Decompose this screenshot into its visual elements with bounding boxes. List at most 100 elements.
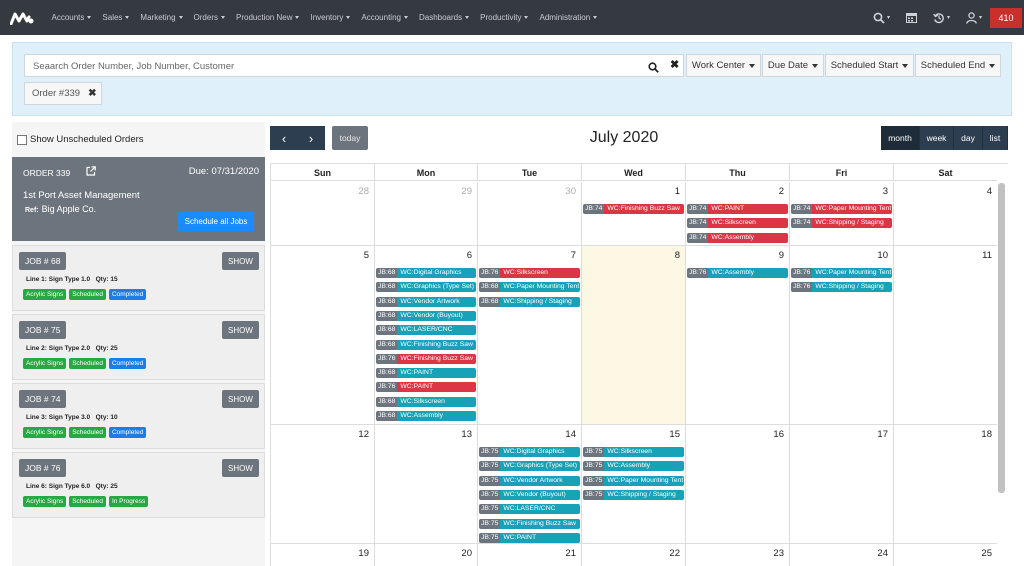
calendar-event[interactable]: JB:68 WC:Finishing Buzz Saw — [376, 339, 476, 350]
day-cell[interactable]: 13 — [374, 425, 477, 543]
menu-marketing[interactable]: Marketing — [140, 13, 182, 22]
day-number[interactable]: 16 — [773, 429, 784, 440]
day-number[interactable]: 1 — [675, 186, 680, 197]
day-number[interactable]: 19 — [358, 548, 369, 559]
show-unscheduled-checkbox[interactable] — [17, 134, 27, 145]
calendar-event[interactable]: JB:68 WC:Silkscreen — [376, 396, 476, 407]
calendar-event[interactable]: JB:76 WC:Shipping / Staging — [791, 282, 892, 293]
show-job-button[interactable]: SHOW — [222, 390, 259, 408]
menu-dashboards[interactable]: Dashboards — [419, 13, 469, 22]
due-date-dropdown[interactable]: Due Date — [762, 54, 824, 77]
view-day-button[interactable]: day — [954, 126, 983, 150]
day-number[interactable]: 7 — [571, 250, 576, 261]
menu-inventory[interactable]: Inventory — [310, 13, 350, 22]
history-icon[interactable]: ▾ — [933, 12, 950, 24]
day-cell[interactable]: 24 — [789, 544, 893, 566]
external-link-icon[interactable] — [86, 166, 96, 179]
day-number[interactable]: 29 — [461, 186, 472, 197]
calendar-event[interactable]: JB:75 WC:Silkscreen — [583, 447, 684, 457]
day-cell[interactable]: 4 — [893, 182, 997, 245]
day-cell[interactable]: 8 — [581, 246, 685, 424]
day-cell[interactable]: 19 — [270, 544, 374, 566]
calendar-event[interactable]: JB:75 WC:Finishing Buzz Saw — [479, 518, 580, 529]
calendar-event[interactable]: JB:68 WC:Paper Mounting Tent — [479, 282, 580, 293]
search-input[interactable]: Seaarch Order Number, Job Number, Custom… — [24, 54, 684, 77]
app-logo[interactable] — [4, 0, 40, 35]
calendar-scrollbar[interactable] — [998, 183, 1005, 493]
day-number[interactable]: 23 — [773, 548, 784, 559]
calendar-event[interactable]: JB:75 WC:Vendor (Buyout) — [479, 489, 580, 500]
calendar-event[interactable]: JB:68 WC:Vendor (Buyout) — [376, 310, 476, 321]
day-cell[interactable]: 11 — [893, 246, 997, 424]
day-number[interactable]: 15 — [669, 429, 680, 440]
day-cell[interactable]: 23 — [685, 544, 789, 566]
calendar-event[interactable]: JB:68 WC:Graphics (Type Set) — [376, 282, 476, 293]
calendar-event[interactable]: JB:76 WC:Assembly — [687, 268, 788, 278]
day-number[interactable]: 3 — [883, 186, 888, 197]
menu-orders[interactable]: Orders — [194, 13, 225, 22]
day-number[interactable]: 20 — [461, 548, 472, 559]
day-number[interactable]: 9 — [779, 250, 784, 261]
day-cell[interactable]: 29 — [374, 182, 477, 245]
work-center-dropdown[interactable]: Work Center — [686, 54, 761, 77]
menu-sales[interactable]: Sales — [102, 13, 129, 22]
calendar-event[interactable]: JB:75 WC:LASER/CNC — [479, 504, 580, 515]
calendar-event[interactable]: JB:74 WC:Assembly — [687, 232, 788, 243]
calendar-event[interactable]: JB:74 WC:Paper Mounting Tent — [791, 204, 892, 214]
day-number[interactable]: 8 — [675, 250, 680, 261]
day-number[interactable]: 13 — [461, 429, 472, 440]
scheduled-start-dropdown[interactable]: Scheduled Start — [825, 54, 914, 77]
menu-production-new[interactable]: Production New — [236, 13, 299, 22]
day-number[interactable]: 10 — [877, 250, 888, 261]
day-number[interactable]: 2 — [779, 186, 784, 197]
calendar-event[interactable]: JB:76 WC:PAINT — [376, 382, 476, 393]
job-number-button[interactable]: JOB # 76 — [19, 459, 67, 477]
user-icon[interactable]: ▾ — [966, 11, 982, 24]
day-number[interactable]: 18 — [981, 429, 992, 440]
day-cell[interactable]: 25 — [893, 544, 997, 566]
calendar-event[interactable]: JB:68 WC:Shipping / Staging — [479, 296, 580, 307]
calendar-event[interactable]: JB:74 WC:Shipping / Staging — [791, 218, 892, 229]
scheduled-end-dropdown[interactable]: Scheduled End — [915, 54, 1001, 77]
calendar-icon[interactable] — [905, 12, 917, 23]
show-job-button[interactable]: SHOW — [222, 252, 259, 270]
calendar-event[interactable]: JB:75 WC:Paper Mounting Tent — [583, 475, 684, 486]
calendar-event[interactable]: JB:68 WC:PAINT — [376, 368, 476, 379]
view-week-button[interactable]: week — [920, 126, 954, 150]
day-cell[interactable]: 12 — [270, 425, 374, 543]
show-job-button[interactable]: SHOW — [222, 459, 259, 477]
calendar-event[interactable]: JB:74 WC:Silkscreen — [687, 218, 788, 229]
calendar-event[interactable]: JB:75 WC:Assembly — [583, 461, 684, 472]
day-number[interactable]: 17 — [877, 429, 888, 440]
day-number[interactable]: 5 — [364, 250, 369, 261]
day-number[interactable]: 14 — [565, 429, 576, 440]
day-cell[interactable]: 30 — [477, 182, 581, 245]
day-cell[interactable]: 22 — [581, 544, 685, 566]
day-number[interactable]: 6 — [467, 250, 472, 261]
day-number[interactable]: 30 — [565, 186, 576, 197]
day-cell[interactable]: 28 — [270, 182, 374, 245]
day-number[interactable]: 24 — [877, 548, 888, 559]
menu-accounting[interactable]: Accounting — [361, 13, 408, 22]
day-number[interactable]: 22 — [669, 548, 680, 559]
day-number[interactable]: 12 — [358, 429, 369, 440]
calendar-event[interactable]: JB:75 WC:Graphics (Type Set) — [479, 461, 580, 472]
job-number-button[interactable]: JOB # 68 — [19, 252, 67, 270]
day-number[interactable]: 21 — [565, 548, 576, 559]
calendar-event[interactable]: JB:68 WC:LASER/CNC — [376, 325, 476, 336]
job-number-button[interactable]: JOB # 75 — [19, 321, 67, 339]
show-job-button[interactable]: SHOW — [222, 321, 259, 339]
calendar-event[interactable]: JB:76 WC:Finishing Buzz Saw — [376, 353, 476, 364]
menu-accounts[interactable]: Accounts — [52, 13, 92, 22]
schedule-all-jobs-button[interactable]: Schedule all Jobs — [178, 212, 254, 231]
calendar-event[interactable]: JB:76 WC:Silkscreen — [479, 268, 580, 278]
remove-filter-icon[interactable]: ✖ — [88, 88, 96, 99]
clear-search-icon[interactable]: ✖ — [670, 58, 679, 71]
search-icon[interactable]: ▾ — [873, 12, 890, 24]
job-number-button[interactable]: JOB # 74 — [19, 390, 67, 408]
day-cell[interactable]: 21 — [477, 544, 581, 566]
menu-administration[interactable]: Administration — [539, 13, 597, 22]
day-cell[interactable]: 20 — [374, 544, 477, 566]
day-number[interactable]: 25 — [981, 548, 992, 559]
view-list-button[interactable]: list — [983, 126, 1008, 150]
